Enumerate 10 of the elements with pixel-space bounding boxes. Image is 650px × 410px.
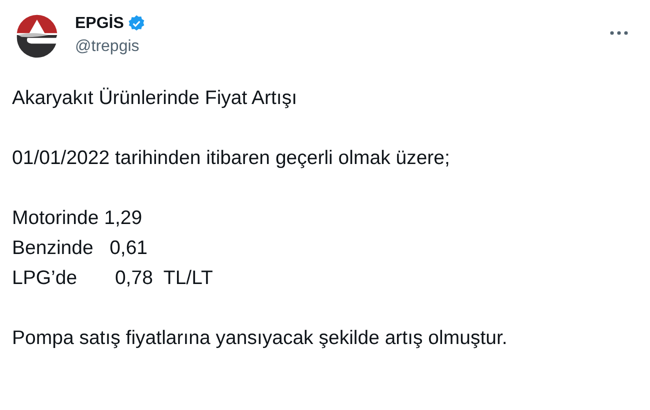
avatar-logo-icon[interactable] <box>14 12 60 58</box>
tweet-text: 01/01/2022 tarihinden itibaren geçerli olmak üzere; <box>12 146 451 171</box>
tweet-text: Pompa satış fiyatlarına yansıyacak şekilde artış olmuştur. <box>12 326 508 351</box>
tweet-text: Akaryakıt Ürünlerinde Fiyat Artışı <box>12 86 298 111</box>
account-name[interactable]: EPGİS <box>75 14 124 32</box>
tweet-text: Motorinde 1,29 <box>12 206 142 231</box>
tweet-text: LPG’de 0,78 TL/LT <box>12 266 213 291</box>
more-options-icon[interactable] <box>610 31 628 35</box>
tweet-text: Benzinde 0,61 <box>12 236 148 261</box>
account-handle[interactable]: @trepgis <box>75 38 146 56</box>
